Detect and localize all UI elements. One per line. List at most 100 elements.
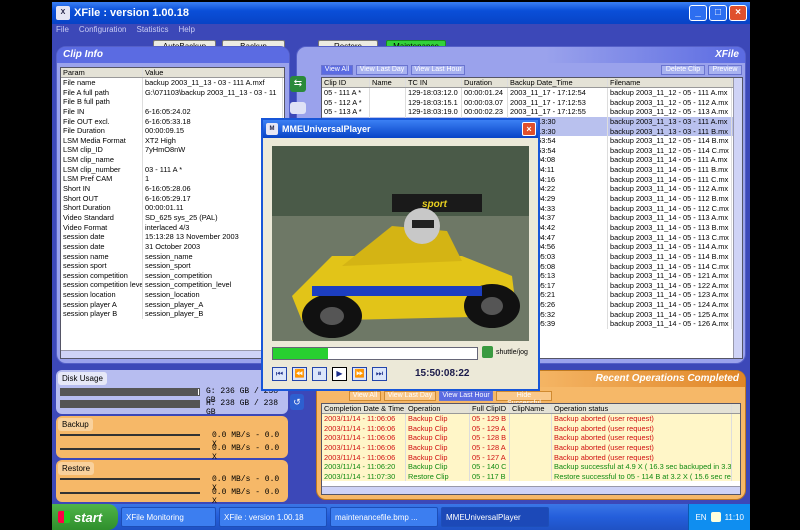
menu-statistics[interactable]: Statistics <box>136 24 168 36</box>
xfile-cell: 129-18:03:19.0 <box>406 107 462 117</box>
title-bar[interactable]: X XFile : version 1.00.18 _ □ × <box>52 2 750 24</box>
clip-info-row[interactable]: LSM Media Format XT2 High <box>61 135 284 146</box>
col-filename[interactable]: Filename <box>608 78 732 87</box>
col-param[interactable]: Param <box>61 68 143 77</box>
task-maintenancefile[interactable]: maintenancefile.bmp ... <box>330 507 438 527</box>
clip-info-row[interactable]: session player Bsession_player_B <box>61 309 284 320</box>
recent-op-row[interactable]: 2003/11/14 - 11:06:06 Backup Clip 05 - 128… <box>322 433 740 443</box>
player-title-bar[interactable]: M MMEUniversalPlayer × <box>263 120 538 138</box>
col-full-clipid[interactable]: Full ClipID <box>470 404 510 413</box>
clip-info-row[interactable]: Video Format interlaced 4/3 <box>61 222 284 233</box>
value-cell: backup 2003_11_13 - 03 - 111 A.mxf <box>143 78 283 88</box>
go-to-end-button[interactable]: ⏭ <box>372 367 387 381</box>
clip-info-row[interactable]: File OUT excl. 6-16:05:33.18 <box>61 116 284 127</box>
param-cell: session sport <box>61 261 143 271</box>
hide-successful-button[interactable]: Hide Successful <box>496 391 552 407</box>
clip-info-hscroll[interactable] <box>61 350 284 358</box>
clip-info-row[interactable]: session player Asession_player_A <box>61 299 284 310</box>
recent-view-last-hour-button[interactable]: View Last Hour <box>439 391 493 401</box>
xfile-vscroll[interactable] <box>733 78 742 358</box>
view-last-day-button[interactable]: View Last Day <box>356 65 408 75</box>
clip-info-row[interactable]: session date 15:13:28 13 November 2003 <box>61 232 284 242</box>
clip-info-row[interactable]: File Duration 00:00:09.15 <box>61 126 284 136</box>
clip-info-row[interactable]: session location session_location <box>61 290 284 300</box>
task-xfile-version[interactable]: XFile : version 1.00.18 <box>219 507 327 527</box>
col-clip-id[interactable]: Clip ID <box>322 78 370 87</box>
menu-configuration[interactable]: Configuration <box>79 24 127 36</box>
recent-op-row[interactable]: 2003/11/14 - 11:06:06 Backup Clip 05 - 127… <box>322 452 740 463</box>
clip-info-row[interactable]: session date 31 October 2003 <box>61 241 284 252</box>
col-tc-in[interactable]: TC IN <box>406 78 462 87</box>
tray-app-icon[interactable] <box>710 512 721 522</box>
transfer-arrows-icon[interactable]: ⇆ <box>290 76 306 92</box>
xfile-cell: 2003_11_17 - 17:12:53 <box>508 97 608 108</box>
restore-title: Restore <box>58 462 95 475</box>
clip-info-row[interactable]: session competition session_competition <box>61 270 284 281</box>
start-button[interactable]: start <box>52 504 118 530</box>
recent-op-row[interactable]: 2003/11/14 - 11:06:06 Backup Clip 05 - 128… <box>322 442 740 453</box>
clip-info-row[interactable]: Short IN 6-16:05:28.06 <box>61 184 284 194</box>
delete-clip-button[interactable]: Delete Clip <box>661 65 705 75</box>
clip-info-row[interactable]: File name backup 2003_11_13 - 03 - 111 A.… <box>61 78 284 88</box>
recent-view-last-day-button[interactable]: View Last Day <box>384 391 436 401</box>
recent-op-row[interactable]: 2003/11/14 - 11:07:30 Restore Clip 05 - 11… <box>322 471 740 482</box>
xfile-row[interactable]: 05 - 111 A * 129-18:03:12.0 00:00:01.24 200… <box>322 88 742 98</box>
shuttle-jog-icon[interactable] <box>482 346 493 358</box>
restore-panel: Restore 0.0 MB/s - 0.0 X 0.0 MB/s - 0.0 … <box>56 460 288 506</box>
col-completion[interactable]: Completion Date & Time <box>322 404 406 413</box>
recent-op-row[interactable]: 2003/11/14 - 11:06:06 Backup Clip 05 - 129… <box>322 423 740 434</box>
step-back-button[interactable]: ⏪ <box>292 367 307 381</box>
xfile-cell: backup 2003_11_14 - 05 - 114 B.mx <box>608 251 732 262</box>
step-forward-button[interactable]: ⏩ <box>352 367 367 381</box>
clip-info-row[interactable]: session competition leve session_competit… <box>61 280 284 291</box>
clip-info-row[interactable]: File B full path <box>61 97 284 107</box>
col-operation[interactable]: Operation <box>406 404 470 413</box>
clip-info-row[interactable]: Video Standard SD_625 sys_25 (PAL) <box>61 212 284 223</box>
xfile-cell: backup 2003_11_12 - 05 - 114 B.mx <box>608 136 732 146</box>
clip-info-row[interactable]: session name session_name <box>61 251 284 262</box>
pause-button[interactable]: ⏸ <box>312 367 327 381</box>
col-backup-date[interactable]: Backup Date_Time <box>508 78 608 87</box>
minimize-button[interactable]: _ <box>689 5 707 21</box>
clip-info-row[interactable]: session sport session_sport <box>61 261 284 271</box>
clip-info-row[interactable]: Short Duration 00:00:01.11 <box>61 203 284 213</box>
menu-help[interactable]: Help <box>179 24 195 36</box>
xfile-cell: 2003_11_17 - 17:12:54 <box>508 88 608 98</box>
storage-icon[interactable] <box>290 102 306 114</box>
xfile-row[interactable]: 05 - 113 A * 129-18:03:19.0 00:00:02.23 200… <box>322 107 742 117</box>
play-button[interactable]: ▶ <box>332 367 347 381</box>
col-name[interactable]: Name <box>370 78 406 87</box>
col-clipname[interactable]: ClipName <box>510 404 552 413</box>
maximize-button[interactable]: □ <box>709 5 727 21</box>
xfile-row[interactable]: 05 - 112 A * 129-18:03:15.1 00:00:03.07 200… <box>322 97 742 108</box>
language-indicator[interactable]: EN <box>695 513 706 522</box>
close-button[interactable]: × <box>729 5 747 21</box>
menu-file[interactable]: File <box>56 24 69 36</box>
go-to-start-button[interactable]: ⏮ <box>272 367 287 381</box>
recent-op-row[interactable]: 2003/11/14 - 11:06:06 Backup Clip 05 - 129… <box>322 414 740 424</box>
recent-view-all-button[interactable]: View All <box>349 391 381 401</box>
recent-op-row[interactable]: 2003/11/14 - 11:06:20 Backup Clip 05 - 140… <box>322 462 740 472</box>
view-all-button[interactable]: View All <box>321 65 353 75</box>
clip-info-row[interactable]: LSM clip_ID 7yHmO8nW <box>61 145 284 156</box>
recent-op-cell: 05 - 129 A <box>470 423 510 434</box>
col-value[interactable]: Value <box>143 68 283 77</box>
clip-info-row[interactable]: File IN 6-16:05:24.02 <box>61 106 284 117</box>
clip-info-row[interactable]: LSM Pref CAM 1 <box>61 174 284 185</box>
refresh-icon[interactable]: ↺ <box>290 394 304 410</box>
preview-button[interactable]: Preview <box>708 65 742 75</box>
task-mmeuniversalplayer[interactable]: MMEUniversalPlayer <box>441 507 549 527</box>
clip-info-row[interactable]: LSM clip_number 03 - 111 A * <box>61 164 284 175</box>
col-op-status[interactable]: Operation status <box>552 404 732 413</box>
clip-info-row[interactable]: LSM clip_name <box>61 155 284 165</box>
param-cell: File A full path <box>61 87 143 98</box>
col-duration[interactable]: Duration <box>462 78 508 87</box>
clip-info-row[interactable]: File A full path G:\071103\backup 2003_11… <box>61 87 284 98</box>
task-xfile-monitoring[interactable]: XFile Monitoring <box>121 507 216 527</box>
player-close-button[interactable]: × <box>522 122 536 136</box>
clip-info-row[interactable]: Short OUT 6-16:05:29.17 <box>61 193 284 204</box>
recent-op-cell: Backup Clip <box>406 442 470 453</box>
playback-progress[interactable] <box>272 347 478 360</box>
recent-hscroll[interactable] <box>322 486 740 494</box>
view-last-hour-button[interactable]: View Last Hour <box>411 65 465 75</box>
